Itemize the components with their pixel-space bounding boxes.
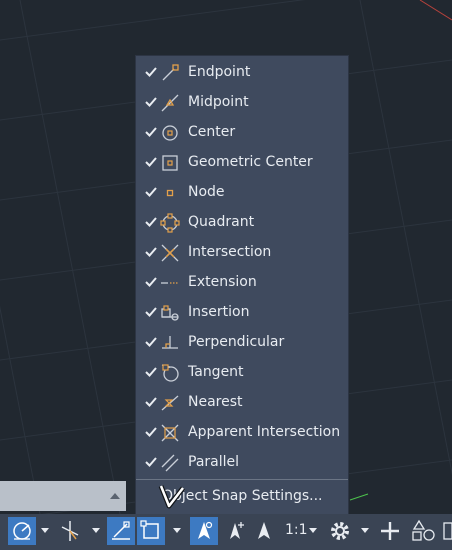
object-snap-tracking-button[interactable] (107, 517, 135, 545)
insertion-icon (161, 305, 179, 321)
object-snap-icon (140, 520, 159, 539)
scale-dropdown-caret-icon[interactable] (309, 528, 317, 533)
snap-tracking-icon (112, 521, 130, 540)
check-icon (145, 217, 157, 227)
snap-item-tangent[interactable]: Tangent (136, 358, 348, 388)
polar-dropdown-caret-icon[interactable] (41, 528, 49, 533)
annotation-scale-icon (258, 522, 270, 539)
auto-scale-button[interactable] (221, 517, 249, 545)
perpendicular-icon (162, 336, 178, 349)
node-icon (166, 189, 174, 197)
customization-icon (443, 522, 452, 540)
command-history-arrow-icon[interactable] (110, 493, 120, 499)
snap-item-label: Endpoint (188, 64, 251, 80)
auto-scale-icon (230, 522, 244, 539)
snap-item-label: Apparent Intersection (188, 424, 341, 440)
command-line-input[interactable] (0, 481, 126, 511)
annotation-visibility-icon (198, 521, 213, 539)
snap-item-center[interactable]: Center (136, 118, 348, 148)
snap-item-label: Intersection (188, 244, 272, 260)
check-icon (145, 67, 157, 77)
intersection-icon (161, 244, 179, 262)
workspace-dropdown-caret-icon[interactable] (361, 528, 369, 533)
annotation-monitor-button[interactable] (376, 517, 404, 545)
check-icon (145, 157, 157, 167)
annotation-scale-button[interactable] (250, 517, 278, 545)
isometric-drafting-button[interactable] (56, 517, 84, 545)
apparent-intersection-icon (161, 424, 179, 442)
polar-tracking-icon (13, 522, 31, 540)
check-icon (145, 367, 157, 377)
parallel-icon (161, 454, 179, 472)
check-icon (145, 337, 157, 347)
check-icon (145, 457, 157, 467)
settings-label: Object Snap Settings... (162, 488, 323, 504)
annotation-visibility-button[interactable] (190, 517, 218, 545)
endpoint-icon (162, 64, 179, 81)
snap-item-node[interactable]: Node (136, 178, 348, 208)
snap-item-intersection[interactable]: Intersection (136, 238, 348, 268)
object-snap-menu: Endpoint Midpoint Center Geometric Cente… (136, 56, 348, 514)
check-icon (145, 127, 157, 137)
plus-icon (381, 522, 399, 540)
snap-item-label: Center (188, 124, 236, 140)
midpoint-icon (161, 94, 179, 112)
check-icon (145, 97, 157, 107)
tangent-icon (161, 364, 179, 382)
snap-item-nearest[interactable]: Nearest (136, 388, 348, 418)
snap-item-label: Tangent (188, 364, 244, 380)
snap-item-label: Parallel (188, 454, 240, 470)
isodraft-dropdown-caret-icon[interactable] (92, 528, 100, 533)
snap-item-insertion[interactable]: Insertion (136, 298, 348, 328)
snap-item-label: Perpendicular (188, 334, 285, 350)
check-icon (145, 277, 157, 287)
check-icon (145, 307, 157, 317)
check-icon (145, 397, 157, 407)
snap-item-label: Quadrant (188, 214, 255, 230)
isodraft-icon (61, 521, 79, 541)
annotation-scale-value[interactable]: 1:1 (285, 522, 308, 538)
mouse-cursor-icon (158, 485, 185, 509)
check-icon (145, 427, 157, 437)
workspace-switching-button[interactable] (326, 517, 354, 545)
isolate-objects-button[interactable] (409, 517, 437, 545)
gear-icon (331, 522, 349, 540)
check-icon (145, 247, 157, 257)
quadrant-icon (160, 213, 180, 233)
menu-divider (136, 479, 348, 480)
polar-tracking-button[interactable] (8, 517, 36, 545)
snap-item-endpoint[interactable]: Endpoint (136, 58, 348, 88)
check-icon (145, 187, 157, 197)
customization-button[interactable] (440, 517, 452, 545)
center-icon (162, 125, 178, 141)
object-snap-button[interactable] (137, 517, 165, 545)
snap-item-label: Insertion (188, 304, 250, 320)
isolate-objects-icon (412, 519, 435, 541)
geometric-center-icon (162, 155, 178, 171)
snap-item-perpendicular[interactable]: Perpendicular (136, 328, 348, 358)
object-snap-dropdown-caret-icon[interactable] (173, 528, 181, 533)
snap-item-label: Node (188, 184, 225, 200)
snap-item-label: Nearest (188, 394, 243, 410)
snap-item-quadrant[interactable]: Quadrant (136, 208, 348, 238)
status-bar: 1:1 (0, 514, 452, 550)
snap-item-geometric-center[interactable]: Geometric Center (136, 148, 348, 178)
snap-item-extension[interactable]: Extension (136, 268, 348, 298)
snap-item-label: Midpoint (188, 94, 249, 110)
snap-item-apparent-intersection[interactable]: Apparent Intersection (136, 418, 348, 448)
snap-item-label: Extension (188, 274, 257, 290)
snap-item-midpoint[interactable]: Midpoint (136, 88, 348, 118)
extension-icon (161, 282, 179, 284)
snap-item-parallel[interactable]: Parallel (136, 448, 348, 478)
snap-item-label: Geometric Center (188, 154, 313, 170)
nearest-icon (161, 395, 179, 411)
